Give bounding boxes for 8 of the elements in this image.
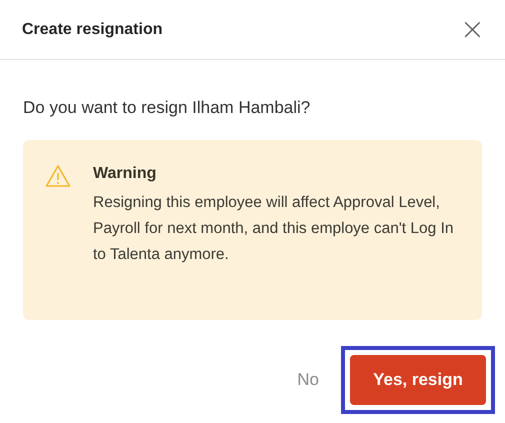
warning-icon [45,164,71,188]
warning-title: Warning [93,164,158,184]
confirmation-question: Do you want to resign Ilham Hambali? [23,97,312,119]
warning-message: Resigning this employee will affect Approval Level, Payroll for next month, and this employe can't Log In to Talenta anymore. [93,193,455,265]
close-button[interactable]: × [456,14,489,44]
dialog-title: Create resignation [22,20,162,38]
cancel-button[interactable]: No [285,360,331,400]
confirm-button[interactable]: Yes, resign [350,355,486,405]
